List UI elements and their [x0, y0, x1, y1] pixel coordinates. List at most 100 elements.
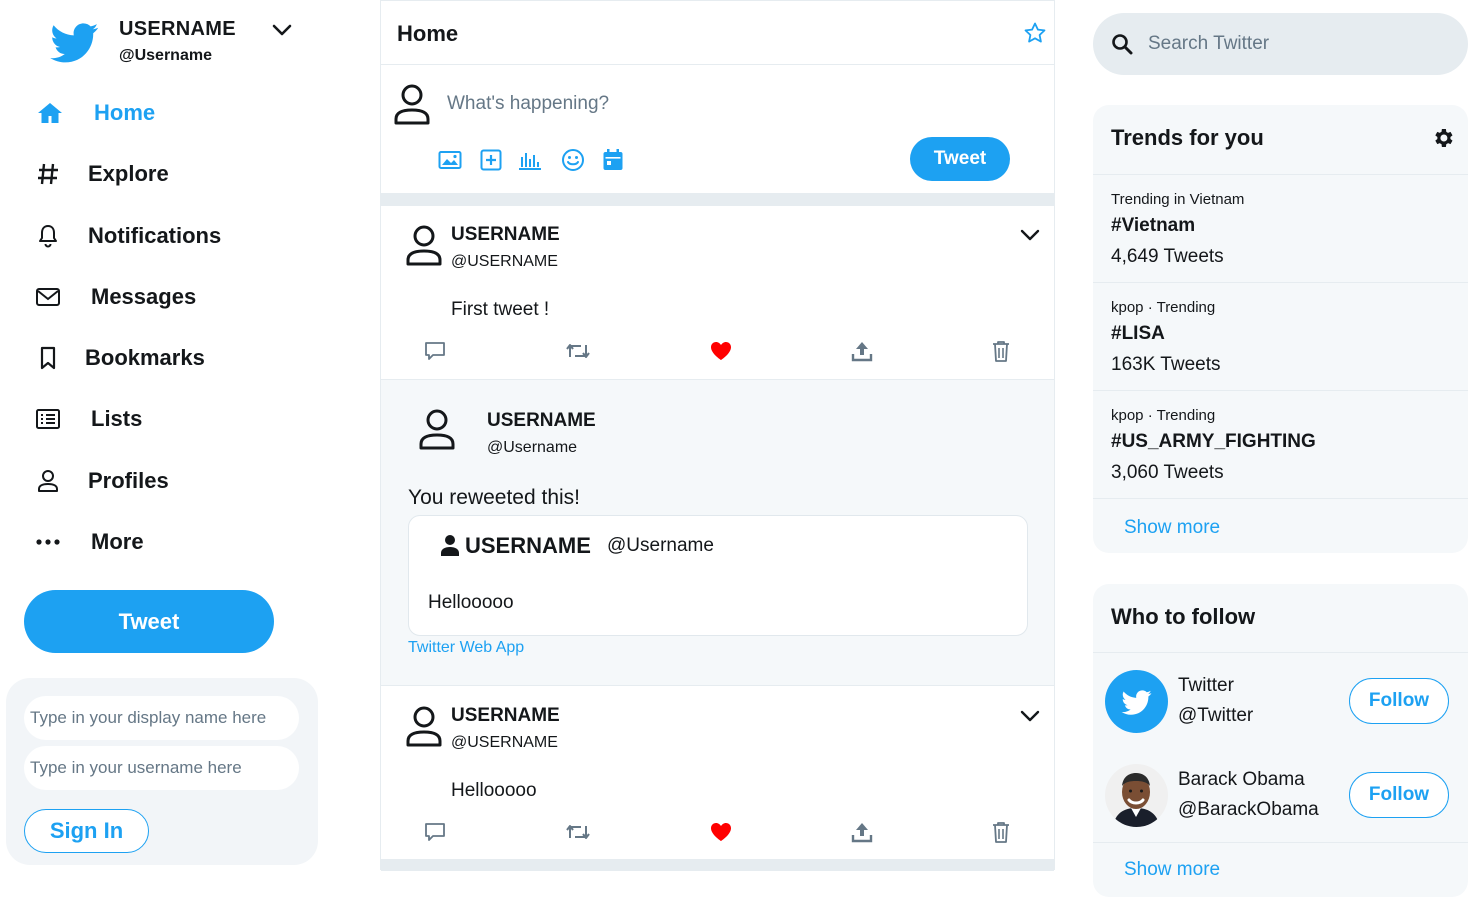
tweet-text: First tweet ! — [451, 299, 550, 320]
image-icon[interactable] — [437, 147, 463, 173]
star-icon[interactable] — [1023, 21, 1047, 45]
suggestion-name: Barack Obama — [1178, 769, 1305, 790]
tweet-button[interactable]: Tweet — [24, 590, 274, 653]
trend-tag: #Vietnam — [1111, 215, 1196, 236]
retweet-icon[interactable] — [565, 339, 591, 363]
nav-label: Notifications — [88, 223, 222, 248]
retweet-icon[interactable] — [565, 820, 591, 844]
divider — [381, 193, 1054, 206]
tweet-author-name: USERNAME — [451, 705, 560, 726]
tweet-author-name: USERNAME — [451, 224, 560, 245]
user-solid-icon — [440, 534, 460, 556]
like-icon[interactable] — [708, 820, 734, 844]
barack-obama-avatar — [1105, 764, 1168, 827]
nav-lists[interactable]: Lists — [30, 396, 310, 442]
nav-label: Messages — [91, 284, 197, 309]
trend-context: Trending in Vietnam — [1111, 191, 1245, 208]
gear-icon[interactable] — [1431, 126, 1455, 150]
twitter-avatar — [1105, 670, 1168, 733]
follow-show-more-link[interactable]: Show more — [1124, 859, 1220, 881]
nav-explore[interactable]: Explore — [30, 151, 310, 197]
reply-icon[interactable] — [422, 820, 448, 844]
trend-tag: #LISA — [1111, 323, 1165, 344]
divider — [1093, 842, 1468, 843]
list-icon — [30, 404, 66, 434]
home-feed: Home Tweet USERNAME @USERNAME First twee… — [380, 0, 1055, 871]
share-icon[interactable] — [849, 820, 875, 844]
who-to-follow-title: Who to follow — [1111, 604, 1256, 629]
retweeter-name: USERNAME — [487, 410, 596, 431]
chevron-down-icon[interactable] — [1018, 224, 1042, 246]
nav-bookmarks[interactable]: Bookmarks — [30, 335, 310, 381]
nav-messages[interactable]: Messages — [30, 274, 310, 320]
username-input[interactable] — [24, 746, 299, 790]
divider — [381, 64, 1054, 65]
schedule-icon[interactable] — [600, 147, 626, 173]
hashtag-icon — [30, 159, 66, 189]
trend-item[interactable]: Trending in Vietnam #Vietnam 4,649 Tweet… — [1093, 174, 1468, 282]
chevron-down-icon[interactable] — [270, 19, 294, 41]
twitter-logo-icon[interactable] — [48, 18, 102, 66]
compose-tweet-button[interactable]: Tweet — [910, 137, 1010, 181]
right-sidebar: Trends for you Trending in Vietnam #Viet… — [1093, 0, 1468, 900]
quoted-text: Hellooooo — [428, 592, 514, 613]
follow-suggestion[interactable]: Twitter @Twitter Follow — [1093, 654, 1468, 748]
user-avatar-icon — [405, 224, 443, 268]
trend-tag: #US_ARMY_FIGHTING — [1111, 431, 1316, 452]
poll-icon[interactable] — [517, 147, 543, 173]
trend-item[interactable]: kpop · Trending #US_ARMY_FIGHTING 3,060 … — [1093, 390, 1468, 498]
follow-button[interactable]: Follow — [1349, 678, 1449, 724]
envelope-icon — [30, 282, 66, 312]
like-icon[interactable] — [708, 339, 734, 363]
trends-show-more-link[interactable]: Show more — [1124, 517, 1220, 539]
account-handle: @Username — [119, 47, 212, 64]
share-icon[interactable] — [849, 339, 875, 363]
reply-icon[interactable] — [422, 339, 448, 363]
twitter-logo-icon — [1121, 689, 1151, 715]
nav-label: Explore — [88, 161, 169, 186]
trends-panel: Trends for you Trending in Vietnam #Viet… — [1093, 105, 1468, 553]
account-name: USERNAME — [119, 18, 236, 40]
nav-label: Profiles — [88, 468, 169, 493]
trend-count: 3,060 Tweets — [1111, 462, 1224, 483]
user-avatar-icon — [405, 705, 443, 749]
left-sidebar: USERNAME @Username Home Explore Notifica… — [0, 0, 330, 900]
retweet: USERNAME @Username You reweeted this! US… — [381, 379, 1054, 686]
follow-suggestion[interactable]: Barack Obama @BarackObama Follow — [1093, 748, 1468, 842]
nav-label: Bookmarks — [85, 345, 205, 370]
nav-more[interactable]: More — [30, 519, 310, 565]
nav-profiles[interactable]: Profiles — [30, 458, 310, 504]
nav-notifications[interactable]: Notifications — [30, 213, 310, 259]
who-to-follow-panel: Who to follow Twitter @Twitter Follow Ba… — [1093, 584, 1468, 897]
nav-home[interactable]: Home — [30, 90, 310, 136]
tweet-author-handle: @USERNAME — [451, 734, 558, 751]
source-link[interactable]: Twitter Web App — [408, 639, 524, 657]
retweet-note: You reweeted this! — [408, 486, 581, 509]
tweet-text: Hellooooo — [451, 780, 537, 801]
user-avatar-icon — [418, 408, 456, 452]
trend-count: 4,649 Tweets — [1111, 246, 1224, 267]
trend-item[interactable]: kpop · Trending #LISA 163K Tweets — [1093, 282, 1468, 390]
nav-label: More — [91, 529, 144, 554]
retweeter-handle: @Username — [487, 439, 578, 456]
more-dots-icon — [30, 527, 66, 557]
bookmark-icon — [30, 343, 66, 373]
sign-in-button[interactable]: Sign In — [24, 809, 149, 853]
nav-label: Lists — [91, 406, 143, 431]
add-icon[interactable] — [478, 147, 504, 173]
display-name-input[interactable] — [24, 696, 299, 740]
trash-icon[interactable] — [988, 820, 1014, 844]
divider — [381, 859, 1054, 871]
follow-button[interactable]: Follow — [1349, 772, 1449, 818]
search-icon — [1111, 33, 1133, 55]
quoted-author-name: USERNAME — [465, 533, 591, 558]
suggestion-handle: @Twitter — [1178, 705, 1254, 726]
emoji-icon[interactable] — [560, 147, 586, 173]
compose-input[interactable] — [447, 87, 1007, 121]
quoted-tweet[interactable]: USERNAME @Username Hellooooo — [408, 515, 1028, 636]
user-avatar-icon — [393, 83, 431, 127]
chevron-down-icon[interactable] — [1018, 705, 1042, 727]
search-input[interactable] — [1148, 27, 1448, 61]
trash-icon[interactable] — [988, 339, 1014, 363]
search-bar[interactable] — [1093, 13, 1468, 75]
